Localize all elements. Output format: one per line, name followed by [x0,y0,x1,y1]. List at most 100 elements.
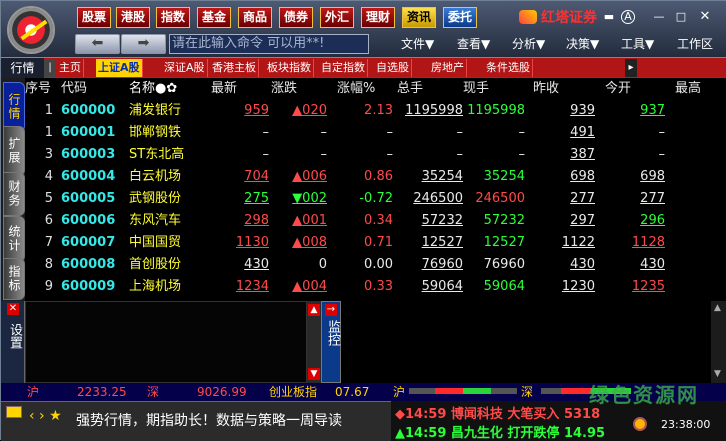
table-row[interactable]: 4 600004 白云机场 704 ▲006 0.86 35254 35254 698 698 [25,166,726,188]
window-min-icon[interactable]: — [651,9,667,25]
menu-item[interactable]: 决策▼ [566,34,599,54]
market-tab[interactable]: 板块指数 [265,59,314,77]
menu-item[interactable]: 查看▼ [457,34,490,54]
column-header[interactable]: 昨收 [533,78,559,100]
side-tab[interactable]: 行情 [3,82,25,132]
cell-no: 6 [44,213,53,228]
menu-button[interactable]: 商品 [238,7,272,28]
table-row[interactable]: 3 600003 ST东北高 – – – – – 387 – [25,144,726,166]
window-max-icon[interactable]: □ [673,9,689,25]
tab-quotes-label: 行情 [1,58,44,78]
menu-item[interactable]: 文件▼ [401,34,434,54]
menu-button[interactable]: 委托 [443,7,477,28]
sz-index-label: 深 [147,385,160,399]
close-icon[interactable]: ✕ [697,9,713,25]
news-text[interactable]: 强势行情，期指助长！数据与策略一周导读 [76,410,342,430]
market-tab[interactable]: 深证A股 [162,59,208,77]
news-ticker[interactable]: ‹ › ★ 强势行情，期指助长！数据与策略一周导读 [1,401,391,441]
table-row[interactable]: 6 600006 东风汽车 298 ▲001 0.34 57232 57232 297 296 [25,210,726,232]
column-header[interactable]: 最高 [675,78,701,100]
cell-now: 35254 [483,169,525,184]
side-tab[interactable]: 扩展 [3,126,25,176]
tab-scroll-left-icon[interactable]: | [44,59,56,77]
table-row[interactable]: 1 600001 邯郸钢铁 – – – – – 491 – [25,122,726,144]
column-header[interactable]: 序号 [25,78,51,100]
cell-chg: – [320,147,328,162]
cell-last: 430 [244,257,269,272]
column-header[interactable]: 涨跌 [271,78,297,100]
cell-name: ST东北高 [129,147,185,162]
about-icon[interactable]: A [621,10,635,24]
cell-prev: 430 [570,257,595,272]
arrow-down-icon[interactable]: ▼ [308,368,320,380]
cell-chg: ▲006 [292,169,327,184]
table-row[interactable]: 7 600007 中国国贸 1130 ▲008 0.71 12527 12527 1122 112… [25,232,726,254]
market-tab[interactable]: 自选股 [374,59,412,77]
settings-panel-tab[interactable]: ✕ 设置 [1,301,25,383]
cell-now: 59064 [483,279,525,294]
menu-item[interactable]: 分析▼ [512,34,545,54]
news-nav-icons[interactable]: ‹ › ★ [29,408,62,424]
column-header[interactable]: 今开 [605,78,631,100]
column-header[interactable]: 最新 [211,78,237,100]
cell-name: 首创股份 [129,257,182,272]
table-row[interactable]: 1 600000 浦发银行 959 ▲020 2.13 1195998 1195998 939 9… [25,100,726,122]
menu-item[interactable]: 工具▼ [621,34,654,54]
vertical-scrollbar[interactable]: ▲ ▼ [711,301,726,383]
table-row[interactable]: 9 600009 上海机场 1234 ▲004 0.33 59064 59064 1230 123… [25,276,726,298]
sh-index-value: 2233.25 [77,385,127,399]
menu-button[interactable]: 基金 [197,7,231,28]
panel-splitter[interactable]: ▲ ▼ [307,301,321,383]
sh-up-bar [435,388,463,394]
alert-item[interactable]: ◆14:59 博闻科技 大笔买入 5318 [395,403,600,422]
cell-chg: ▼002 [292,191,327,206]
table-row[interactable]: 8 600008 首创股份 430 0 0.00 76960 76960 430 430 [25,254,726,276]
arrow-up-icon[interactable]: ▲ [714,303,721,313]
mail-icon[interactable] [6,406,22,418]
market-tab[interactable]: 条件选股 [484,59,533,77]
side-tab[interactable]: 指标 [3,258,25,300]
market-tab[interactable]: 自定指数 [319,59,368,77]
monitor-panel-tab[interactable]: → 监控 [321,301,341,383]
alert-item[interactable]: ▲14:59 昌九生化 打开跌停 14.95 [395,422,605,441]
close-icon[interactable]: ✕ [7,303,19,315]
tab-scroll-right-icon[interactable]: ▸ [625,59,637,77]
cell-vol: 1195998 [405,103,463,118]
market-tab[interactable]: 香港主板 [210,59,259,77]
column-header[interactable]: 现手 [463,78,489,100]
menu-button[interactable]: 资讯 [402,7,436,28]
forward-button[interactable]: ➡ [121,34,166,54]
menu-button[interactable]: 外汇 [320,7,354,28]
arrow-up-icon[interactable]: ▲ [308,304,320,316]
menu-button[interactable]: 指数 [156,7,190,28]
cell-vol: 12527 [421,235,463,250]
arrow-down-icon[interactable]: ▼ [714,369,721,379]
menu-button[interactable]: 理财 [361,7,395,28]
side-tabs: 行情 扩展 财务 统计 指标 [1,78,25,301]
minimize-icon[interactable]: ▬ [601,9,617,25]
side-tab[interactable]: 财务 [3,172,25,216]
side-tab[interactable]: 统计 [3,216,25,262]
gear-icon[interactable] [633,417,647,431]
arrow-right-icon[interactable]: → [325,304,337,316]
menu-button[interactable]: 股票 [77,7,111,28]
market-tab[interactable]: 主页 [57,59,84,77]
cell-prev: 1230 [561,279,595,294]
column-header[interactable]: 代码 [61,78,87,100]
command-input[interactable]: 请在此输入命令 可以用**! [169,34,369,54]
cell-name: 中国国贸 [129,235,182,250]
column-header[interactable]: 名称●✿ [129,78,177,100]
market-tab[interactable]: 上证A股 [96,59,143,77]
cell-chg: ▲001 [292,213,327,228]
cell-no: 4 [44,169,53,184]
column-header[interactable]: 总手 [397,78,423,100]
column-header[interactable]: 涨幅% [337,78,375,100]
menu-item[interactable]: 工作区 [677,34,713,54]
market-tab[interactable]: 房地产 [429,59,467,77]
table-row[interactable]: 5 600005 武钢股份 275 ▼002 -0.72 246500 246500 277 27… [25,188,726,210]
cell-no: 1 [44,125,53,140]
menu-button[interactable]: 港股 [116,7,150,28]
back-button[interactable]: ⬅ [75,34,120,54]
cell-no: 1 [44,103,53,118]
menu-button[interactable]: 债券 [279,7,313,28]
